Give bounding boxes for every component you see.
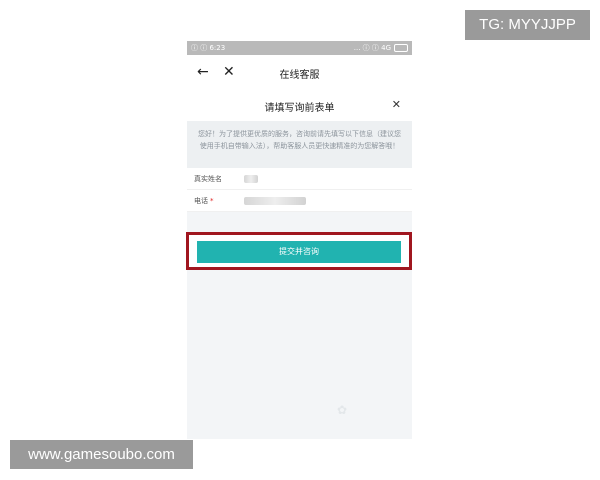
highlight-box: 提交并咨询 <box>186 232 412 270</box>
name-field-label: 真实姓名 <box>194 174 222 183</box>
required-marker: * <box>210 196 214 205</box>
phone-field-label: 电话 * <box>194 196 244 206</box>
form-close-icon[interactable]: ✕ <box>392 98 401 111</box>
page-title: 在线客服 <box>279 69 320 81</box>
phone-label-text: 电话 <box>194 196 208 205</box>
battery-icon <box>394 44 408 52</box>
form-notice: 您好！为了提供更优质的服务，咨询前请先填写以下信息（建议您使用手机自带输入法），… <box>187 121 412 168</box>
close-icon[interactable]: ✕ <box>223 64 235 80</box>
nav-bar: ← ✕ 在线客服 <box>187 55 412 91</box>
name-field-row[interactable]: 真实姓名 <box>187 168 412 190</box>
phone-field-row[interactable]: 电话 * <box>187 190 412 212</box>
baidu-watermark-icon: ✿ <box>337 403 348 417</box>
watermark-tg: TG: MYYJJPP <box>465 10 590 40</box>
status-bar: ⓘ ⓘ 6:23 ... ⓘ ⓘ 4G <box>187 41 412 55</box>
form-header: 请填写询前表单 ✕ <box>187 91 412 121</box>
form-title: 请填写询前表单 <box>264 102 335 114</box>
back-arrow-icon[interactable]: ← <box>197 64 209 80</box>
watermark-site: www.gamesoubo.com <box>10 440 193 469</box>
signal-icon: ... ⓘ ⓘ 4G <box>353 44 391 52</box>
status-time: ⓘ ⓘ 6:23 <box>191 44 226 52</box>
phone-field-input[interactable] <box>244 196 306 205</box>
submit-consult-button[interactable]: 提交并咨询 <box>197 241 401 263</box>
status-icons: ... ⓘ ⓘ 4G <box>354 43 408 53</box>
name-field-input[interactable] <box>244 174 258 183</box>
